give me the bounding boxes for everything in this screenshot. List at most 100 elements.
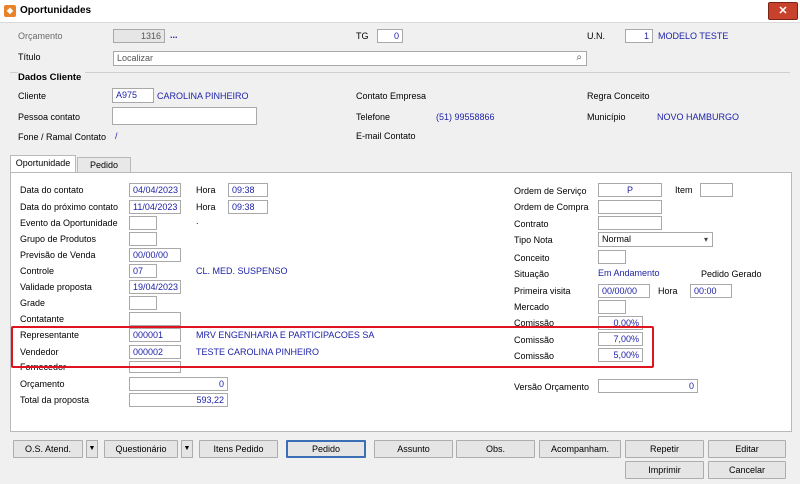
hora2-label: Hora <box>196 202 216 212</box>
situacao-label: Situação <box>514 269 550 279</box>
pessoa-contato-label: Pessoa contato <box>18 112 81 122</box>
data-contato-field[interactable]: 04/04/2023 <box>129 183 181 197</box>
tab-oportunidade[interactable]: Oportunidade <box>10 155 76 173</box>
search-icon[interactable]: ⌕ <box>576 52 582 64</box>
title-bar: ◆ Oportunidades ✕ <box>0 0 800 23</box>
chevron-down-icon[interactable]: ▾ <box>704 234 708 246</box>
contatante-label: Contatante <box>20 314 65 324</box>
close-button[interactable]: ✕ <box>768 2 798 20</box>
versao-orcamento-field[interactable]: 0 <box>598 379 698 393</box>
validade-field[interactable]: 19/04/2023 <box>129 280 181 294</box>
tipo-nota-label: Tipo Nota <box>514 235 553 245</box>
municipio-value: NOVO HAMBURGO <box>657 112 740 122</box>
un-field[interactable]: 1 <box>625 29 653 43</box>
evento-label: Evento da Oportunidade <box>20 218 118 228</box>
primeira-visita-hora-field[interactable]: 00:00 <box>690 284 732 298</box>
grupo-produtos-label: Grupo de Produtos <box>20 234 97 244</box>
un-label: U.N. <box>587 31 605 41</box>
tg-field[interactable]: 0 <box>377 29 403 43</box>
contatante-field[interactable] <box>129 312 181 326</box>
fone-ramal-value: / <box>115 131 118 141</box>
cliente-code-field[interactable]: A975 <box>112 88 154 103</box>
app-icon: ◆ <box>4 5 16 17</box>
telefone-value: (51) 99558866 <box>436 112 495 122</box>
primeira-visita-hora-label: Hora <box>658 286 678 296</box>
grade-field[interactable] <box>129 296 157 310</box>
ordem-servico-field[interactable]: P <box>598 183 662 197</box>
cliente-label: Cliente <box>18 91 47 101</box>
itens-pedido-button[interactable]: Itens Pedido <box>199 440 278 458</box>
tipo-nota-value: Normal <box>602 234 632 244</box>
hora2-field[interactable]: 09:38 <box>228 200 268 214</box>
situacao-value: Em Andamento <box>598 268 660 278</box>
telefone-label: Telefone <box>356 112 391 122</box>
contato-empresa-label: Contato Empresa <box>356 91 427 101</box>
titulo-label: Título <box>18 52 41 62</box>
repetir-button[interactable]: Repetir <box>625 440 704 458</box>
titulo-placeholder: Localizar <box>117 53 154 63</box>
data-proximo-contato-field[interactable]: 11/04/2023 <box>129 200 181 214</box>
tg-label: TG <box>356 31 369 41</box>
grupo-produtos-field[interactable] <box>129 232 157 246</box>
tab-pedido[interactable]: Pedido <box>77 157 131 173</box>
ordem-compra-field[interactable] <box>598 200 662 214</box>
mercado-field[interactable] <box>598 300 626 314</box>
orcamento-form-field[interactable]: 0 <box>129 377 228 391</box>
previsao-venda-field[interactable]: 00/00/00 <box>129 248 181 262</box>
fone-ramal-label: Fone / Ramal Contato <box>18 132 107 142</box>
mercado-label: Mercado <box>514 302 550 312</box>
dados-cliente-divider <box>10 72 790 73</box>
previsao-venda-label: Previsão de Venda <box>20 250 96 260</box>
cancelar-button[interactable]: Cancelar <box>708 461 786 479</box>
controle-desc: CL. MED. SUSPENSO <box>196 266 288 276</box>
validade-label: Validade proposta <box>20 282 92 292</box>
editar-button[interactable]: Editar <box>708 440 786 458</box>
municipio-label: Município <box>587 112 626 122</box>
orcamento-field[interactable]: 1316 <box>113 29 165 43</box>
orcamento-label: Orçamento <box>18 31 63 41</box>
titulo-search-input[interactable]: Localizar ⌕ <box>113 51 587 66</box>
regra-conceito-label: Regra Conceito <box>587 91 650 101</box>
evento-field[interactable] <box>129 216 157 230</box>
item-label: Item <box>675 185 693 195</box>
questionario-dropdown[interactable]: ▼ <box>181 440 193 458</box>
conceito-field[interactable] <box>598 250 626 264</box>
controle-field[interactable]: 07 <box>129 264 157 278</box>
os-atend-dropdown[interactable]: ▼ <box>86 440 98 458</box>
data-proximo-contato-label: Data do próximo contato <box>20 202 119 212</box>
primeira-visita-field[interactable]: 00/00/00 <box>598 284 650 298</box>
pessoa-contato-field[interactable] <box>112 107 257 125</box>
cliente-name: CAROLINA PINHEIRO <box>157 91 249 101</box>
evento-dot: . <box>196 216 199 226</box>
grade-label: Grade <box>20 298 46 308</box>
controle-label: Controle <box>20 266 55 276</box>
acompanham-button[interactable]: Acompanham. <box>539 440 621 458</box>
ordem-servico-label: Ordem de Serviço <box>514 186 587 196</box>
oportunidade-panel <box>10 172 792 432</box>
questionario-button[interactable]: Questionário <box>104 440 178 458</box>
highlight-box <box>11 326 654 368</box>
window-title: Oportunidades <box>20 5 92 16</box>
email-contato-label: E-mail Contato <box>356 131 416 141</box>
dados-cliente-title: Dados Cliente <box>18 72 86 83</box>
un-name: MODELO TESTE <box>658 31 729 41</box>
assunto-button[interactable]: Assunto <box>374 440 453 458</box>
obs-button[interactable]: Obs. <box>456 440 535 458</box>
data-contato-label: Data do contato <box>20 185 84 195</box>
orcamento-lookup-link[interactable]: ... <box>170 30 178 40</box>
ordem-compra-label: Ordem de Compra <box>514 202 589 212</box>
item-field[interactable] <box>700 183 733 197</box>
primeira-visita-label: Primeira visita <box>514 286 571 296</box>
pedido-button[interactable]: Pedido <box>286 440 366 458</box>
imprimir-button[interactable]: Imprimir <box>625 461 704 479</box>
orcamento-form-label: Orçamento <box>20 379 65 389</box>
contrato-label: Contrato <box>514 219 549 229</box>
hora-label: Hora <box>196 185 216 195</box>
total-proposta-label: Total da proposta <box>20 395 90 405</box>
hora-field[interactable]: 09:38 <box>228 183 268 197</box>
os-atend-button[interactable]: O.S. Atend. <box>13 440 83 458</box>
total-proposta-field[interactable]: 593,22 <box>129 393 228 407</box>
tipo-nota-select[interactable]: Normal ▾ <box>598 232 713 247</box>
contrato-field[interactable] <box>598 216 662 230</box>
versao-orcamento-label: Versão Orçamento <box>514 382 590 392</box>
